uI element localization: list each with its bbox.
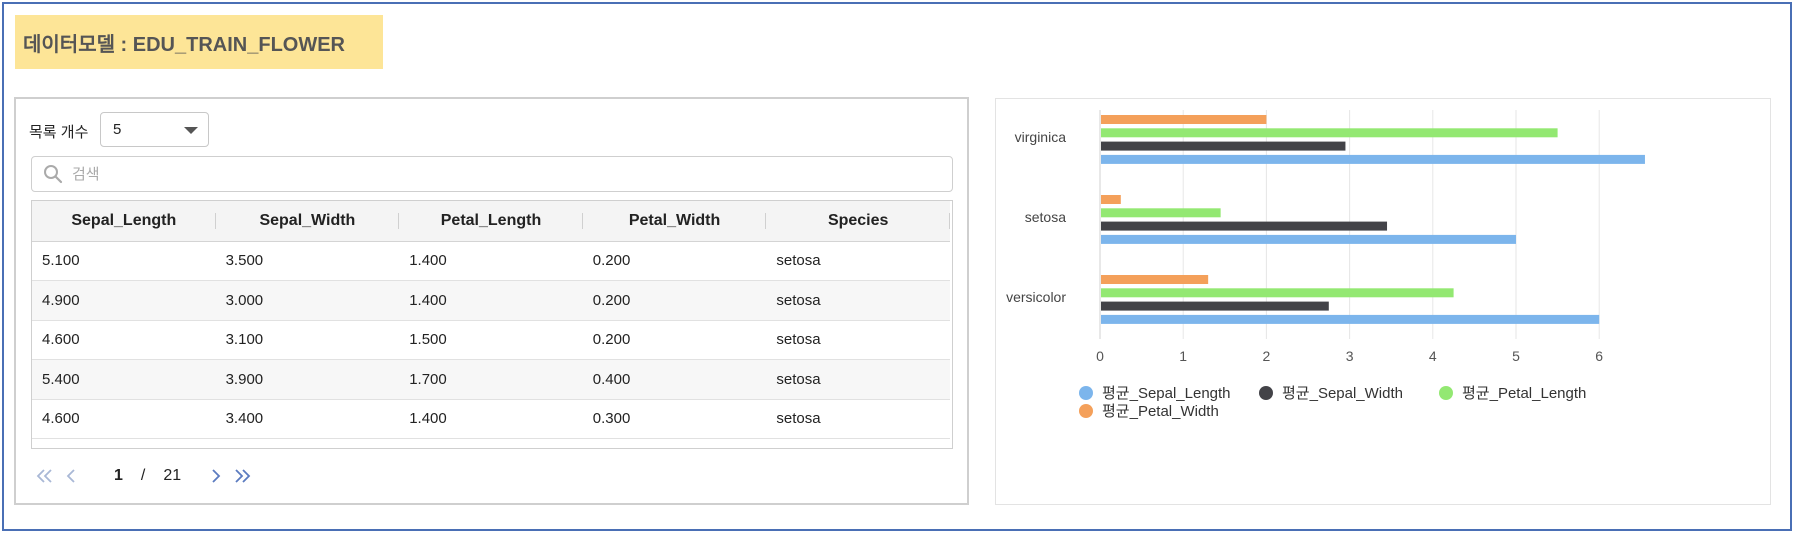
legend-label: 평균_Sepal_Length bbox=[1102, 385, 1231, 402]
x-tick-label: 3 bbox=[1346, 348, 1354, 364]
x-tick-label: 4 bbox=[1429, 348, 1437, 364]
table-header-row: Sepal_Length Sepal_Width Petal_Length Pe… bbox=[32, 201, 950, 242]
table-cell: setosa bbox=[766, 359, 950, 400]
table-cell: 3.100 bbox=[215, 320, 400, 360]
table-cell: 1.400 bbox=[399, 399, 583, 439]
bar bbox=[1101, 128, 1558, 138]
page-separator: / bbox=[140, 467, 146, 484]
search-icon bbox=[43, 164, 63, 189]
bar-chart: 0 1 2 3 4 5 6 virginica setosa versicolor 평균_Sepal… bbox=[1006, 110, 1645, 420]
rows-per-page-label: 목록 개수 bbox=[29, 124, 89, 141]
column-header-label: Species bbox=[827, 211, 889, 229]
bar bbox=[1101, 195, 1121, 204]
column-header-label: Sepal_Width bbox=[259, 211, 356, 229]
table-cell: 4.600 bbox=[32, 320, 216, 360]
table-cell: 0.200 bbox=[582, 241, 767, 281]
bar bbox=[1101, 234, 1516, 244]
legend-label: 평균_Petal_Width bbox=[1102, 403, 1219, 420]
bar bbox=[1101, 314, 1600, 324]
table-cell: 1.500 bbox=[399, 320, 583, 360]
search-input[interactable] bbox=[72, 165, 952, 183]
data-table: Sepal_Length Sepal_Width Petal_Length Pe… bbox=[31, 200, 953, 449]
legend-marker bbox=[1079, 404, 1093, 418]
bar bbox=[1101, 154, 1645, 164]
legend-marker bbox=[1439, 386, 1453, 400]
bar bbox=[1101, 275, 1209, 284]
table-row[interactable]: 4.600 3.400 1.400 0.300 setosa bbox=[32, 399, 950, 439]
y-category-label: versicolor bbox=[1006, 289, 1066, 305]
column-header-label: Petal_Width bbox=[628, 211, 721, 229]
table-cell: 1.700 bbox=[399, 359, 583, 400]
table-cell: 3.400 bbox=[215, 399, 400, 439]
bar bbox=[1101, 115, 1267, 124]
x-tick-label: 6 bbox=[1595, 348, 1603, 364]
x-tick-label: 5 bbox=[1512, 348, 1520, 364]
table-cell: 0.200 bbox=[582, 280, 767, 321]
legend-marker bbox=[1079, 386, 1093, 400]
pagination: 1 / 21 bbox=[36, 461, 251, 491]
table-cell: setosa bbox=[766, 280, 950, 321]
table-cell: 4.900 bbox=[32, 280, 216, 321]
table-cell: 1.400 bbox=[399, 241, 583, 281]
search-box[interactable] bbox=[31, 156, 953, 192]
x-tick-label: 1 bbox=[1179, 348, 1187, 364]
table-cell: 5.400 bbox=[32, 359, 216, 400]
table-row[interactable]: 5.400 3.900 1.700 0.400 setosa bbox=[32, 359, 950, 400]
table-cell: 1.400 bbox=[399, 280, 583, 321]
legend-marker bbox=[1259, 386, 1273, 400]
chart-panel: 0 1 2 3 4 5 6 virginica setosa versicolor 평균_Sepal… bbox=[995, 98, 1771, 505]
y-category-label: virginica bbox=[1015, 129, 1067, 145]
column-header[interactable]: Species bbox=[766, 201, 950, 242]
table-cell: 3.500 bbox=[215, 241, 400, 281]
table-cell: 0.400 bbox=[582, 359, 767, 400]
next-page-icon[interactable] bbox=[211, 468, 221, 484]
table-panel: 목록 개수 5 Sepal_Length Sepal_Width Petal_L… bbox=[14, 97, 969, 505]
chevron-down-icon bbox=[184, 127, 198, 134]
table-row[interactable]: 4.900 3.000 1.400 0.200 setosa bbox=[32, 280, 950, 321]
table-cell: 0.200 bbox=[582, 320, 767, 360]
table-cell: 4.600 bbox=[32, 399, 216, 439]
rows-per-page-value: 5 bbox=[113, 121, 122, 138]
table-cell: setosa bbox=[766, 399, 950, 439]
column-header[interactable]: Sepal_Length bbox=[32, 201, 216, 242]
legend-label: 평균_Petal_Length bbox=[1462, 385, 1586, 402]
x-tick-label: 0 bbox=[1096, 348, 1104, 364]
table-cell: 0.300 bbox=[582, 399, 767, 439]
bar bbox=[1101, 288, 1454, 298]
current-page: 1 bbox=[114, 467, 123, 484]
first-page-icon[interactable] bbox=[36, 468, 54, 484]
column-header[interactable]: Sepal_Width bbox=[215, 201, 400, 242]
legend-label: 평균_Sepal_Width bbox=[1282, 385, 1403, 402]
last-page-icon[interactable] bbox=[233, 468, 251, 484]
table-cell: 3.000 bbox=[215, 280, 400, 321]
column-header[interactable]: Petal_Width bbox=[582, 201, 767, 242]
rows-per-page-select[interactable]: 5 bbox=[100, 112, 209, 147]
table-cell: 5.100 bbox=[32, 241, 216, 281]
total-pages: 21 bbox=[163, 467, 182, 484]
prev-page-icon[interactable] bbox=[66, 468, 76, 484]
y-category-label: setosa bbox=[1025, 209, 1066, 225]
bar bbox=[1101, 208, 1221, 218]
table-cell: setosa bbox=[766, 241, 950, 281]
column-header[interactable]: Petal_Length bbox=[399, 201, 583, 242]
column-header-label: Petal_Length bbox=[440, 211, 542, 229]
bar bbox=[1101, 141, 1346, 151]
table-row[interactable]: 4.600 3.100 1.500 0.200 setosa bbox=[32, 320, 950, 360]
table-row[interactable]: 5.100 3.500 1.400 0.200 setosa bbox=[32, 241, 950, 281]
table-cell: setosa bbox=[766, 320, 950, 360]
bar bbox=[1101, 221, 1388, 231]
data-model-title: 데이터모델 : EDU_TRAIN_FLOWER bbox=[15, 15, 383, 69]
table-cell: 3.900 bbox=[215, 359, 400, 400]
bar bbox=[1101, 301, 1329, 311]
column-header-label: Sepal_Length bbox=[71, 211, 177, 229]
x-tick-label: 2 bbox=[1263, 348, 1271, 364]
